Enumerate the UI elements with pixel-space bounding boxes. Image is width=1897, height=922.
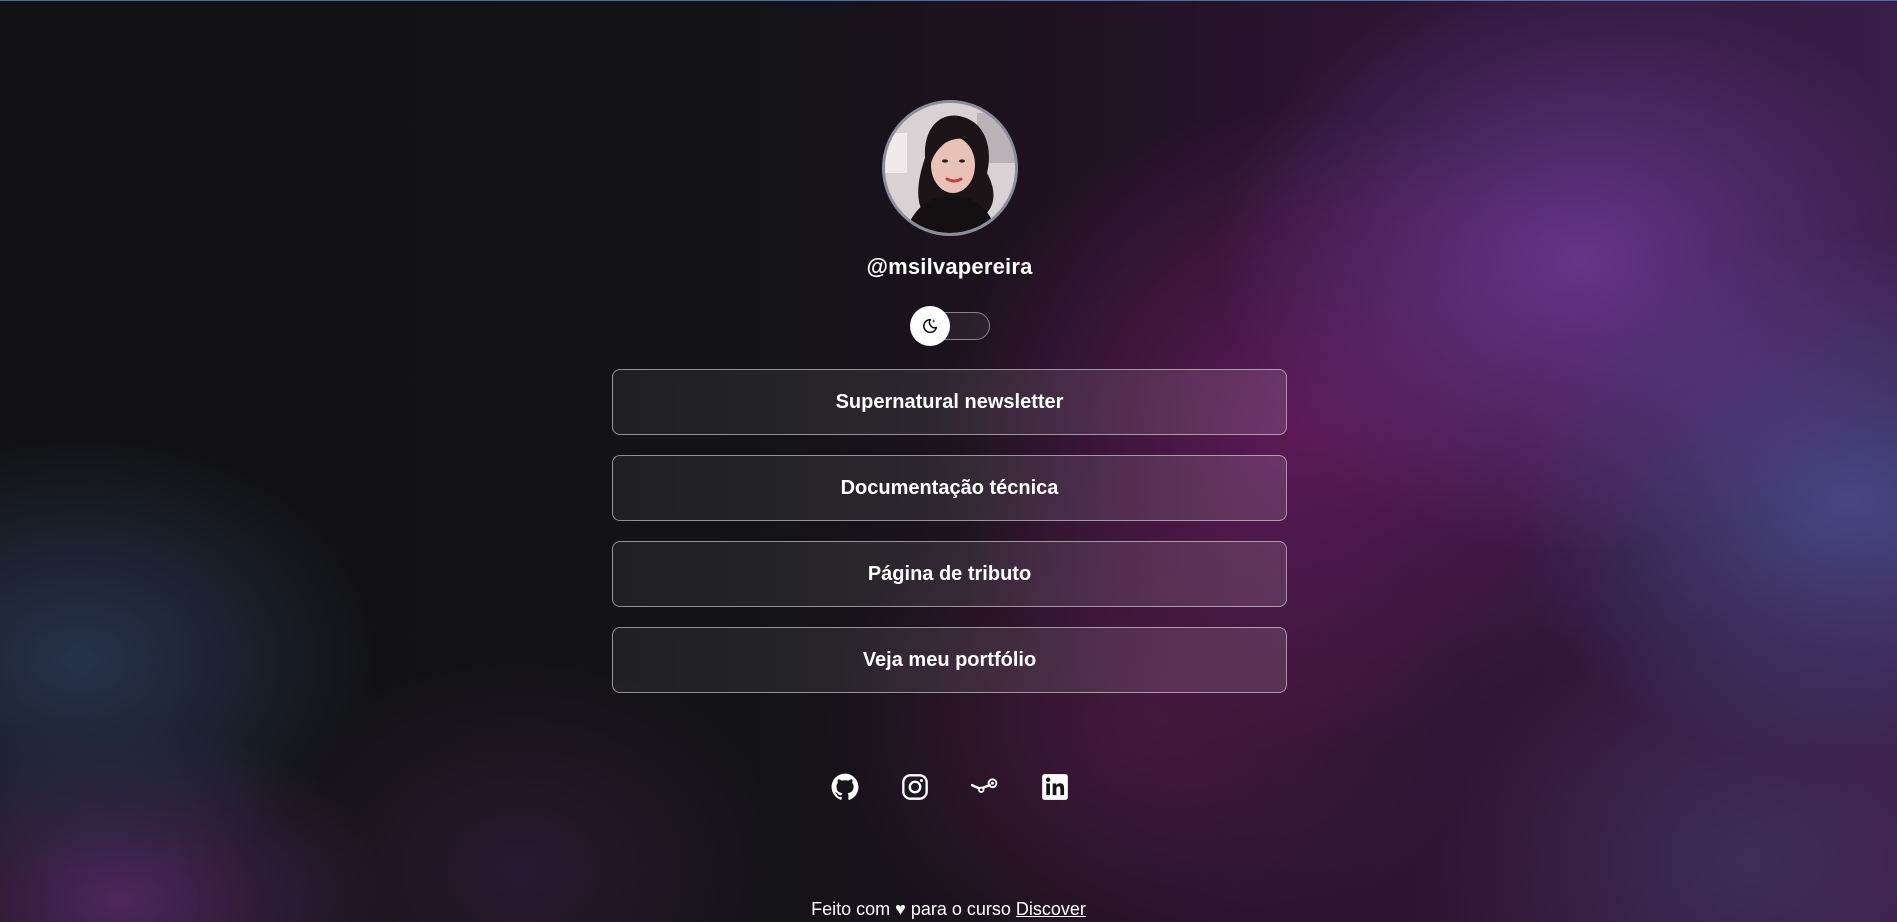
link-documentacao-tecnica[interactable]: Documentação técnica [612, 455, 1287, 521]
linkedin-icon [1041, 774, 1068, 800]
steam-link[interactable] [970, 773, 999, 801]
social-links [831, 773, 1069, 801]
footer: Feito com ♥ para o curso Discover [0, 898, 1897, 920]
heart-icon: ♥ [895, 899, 906, 919]
instagram-link[interactable] [901, 773, 929, 801]
link-supernatural-newsletter[interactable]: Supernatural newsletter [612, 369, 1287, 435]
footer-text-before: Feito com [811, 899, 891, 919]
github-link[interactable] [831, 773, 859, 801]
link-list: Supernatural newsletter Documentação téc… [612, 369, 1287, 693]
moon-stars-icon [922, 318, 937, 334]
profile-container: @msilvapereira Supernatural newsletter D… [612, 0, 1287, 801]
profile-photo [884, 103, 1015, 233]
github-icon [831, 773, 858, 800]
theme-toggle-switch[interactable] [909, 306, 990, 346]
discover-link[interactable]: Discover [1016, 899, 1086, 919]
switch-knob[interactable] [909, 306, 950, 346]
instagram-icon [901, 774, 928, 800]
footer-text-after: para o curso [910, 899, 1011, 919]
avatar [881, 100, 1018, 236]
username: @msilvapereira [866, 254, 1033, 279]
link-pagina-de-tributo[interactable]: Página de tributo [612, 541, 1287, 607]
steam-icon [970, 778, 997, 793]
linkedin-link[interactable] [1041, 773, 1069, 801]
link-portfolio[interactable]: Veja meu portfólio [612, 627, 1287, 693]
